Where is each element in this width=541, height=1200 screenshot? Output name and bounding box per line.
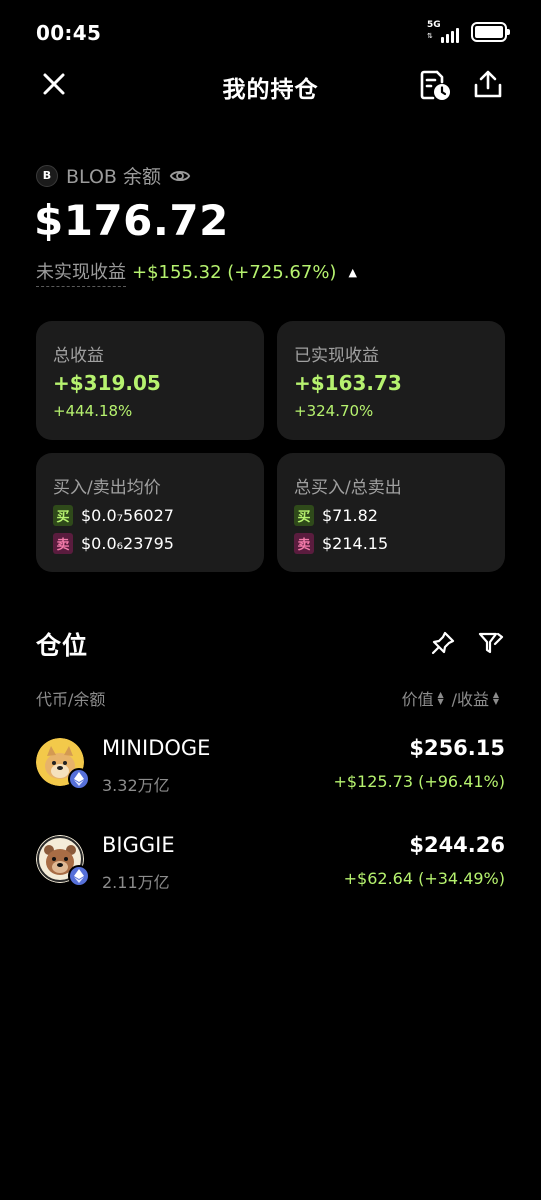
buy-avg-price: $0.0₇56027 [81, 506, 174, 525]
ethereum-icon [68, 865, 90, 887]
history-icon[interactable] [418, 68, 452, 102]
sort-pnl-label[interactable]: /收益 [452, 686, 489, 710]
page-title: 我的持仓 [222, 77, 319, 103]
card-value: +$319.05 [53, 371, 161, 395]
filter-icon[interactable] [478, 630, 504, 656]
sort-value-icon[interactable]: ▲ ▼ [436, 691, 446, 706]
buy-tag: 买 [53, 505, 73, 526]
sort-value-label[interactable]: 价值 [402, 686, 434, 710]
sort-pnl-icon[interactable]: ▲ ▼ [491, 691, 501, 706]
eye-icon[interactable] [169, 165, 191, 187]
token-badge: B [36, 164, 58, 187]
buy-row: 买 $71.82 [294, 505, 378, 526]
status-indicators: 5G ⇅ [427, 20, 510, 44]
data-arrows-icon: ⇅ [427, 32, 433, 40]
card-value: +$163.73 [294, 371, 402, 395]
positions-title: 仓位 [36, 631, 89, 660]
total-pnl-card: 总收益 +$319.05 +444.18% [36, 321, 264, 440]
sell-row: 卖 $214.15 [294, 533, 388, 554]
sell-tag: 卖 [294, 533, 314, 554]
token-name: BIGGIE [102, 833, 175, 857]
position-pnl: +$125.73 (+96.41%) [333, 772, 505, 791]
card-title: 买入/卖出均价 [53, 478, 161, 498]
column-sorters: 价值 ▲ ▼ /收益 ▲ ▼ [402, 686, 505, 710]
unrealized-label[interactable]: 未实现收益 [36, 258, 126, 287]
token-name: MINIDOGE [102, 736, 211, 760]
unrealized-row: 未实现收益 +$155.32 (+725.67%) ▲ [36, 258, 357, 287]
card-title: 总买入/总卖出 [294, 478, 402, 498]
position-pnl: +$62.64 (+34.49%) [343, 869, 505, 888]
balance-label-row: B BLOB 余额 [36, 162, 191, 189]
token-amount: 2.11万亿 [102, 873, 170, 892]
realized-pnl-card: 已实现收益 +$163.73 +324.70% [277, 321, 505, 440]
position-value: $256.15 [409, 736, 505, 760]
pin-icon[interactable] [430, 630, 456, 656]
token-amount: 3.32万亿 [102, 776, 170, 795]
card-percent: +324.70% [294, 402, 374, 420]
sell-avg-price: $0.0₆23795 [81, 534, 174, 553]
signal-bars-icon [441, 28, 459, 43]
position-row[interactable]: BIGGIE 2.11万亿 $244.26 +$62.64 (+34.49%) [0, 825, 541, 905]
status-bar: 00:45 5G ⇅ [0, 0, 541, 66]
position-value: $244.26 [409, 833, 505, 857]
share-icon[interactable] [472, 68, 504, 100]
position-row[interactable]: MINIDOGE 3.32万亿 $256.15 +$125.73 (+96.41… [0, 728, 541, 808]
top-nav: 我的持仓 [0, 60, 541, 110]
token-avatar [36, 738, 90, 790]
balance-label: BLOB 余额 [66, 166, 161, 188]
battery-icon [471, 22, 510, 42]
total-sell: $214.15 [322, 534, 389, 553]
column-token-balance: 代币/余额 [36, 690, 106, 709]
signal-icon: 5G ⇅ [427, 20, 459, 44]
unrealized-value: +$155.32 (+725.67%) [132, 262, 337, 283]
balance-value: $176.72 [34, 196, 229, 245]
card-title: 已实现收益 [294, 346, 379, 366]
sell-tag: 卖 [53, 533, 73, 554]
status-time: 00:45 [36, 21, 102, 45]
up-triangle-icon: ▲ [348, 266, 357, 279]
total-buy-sell-card: 总买入/总卖出 买 $71.82 卖 $214.15 [277, 453, 505, 572]
buy-tag: 买 [294, 505, 314, 526]
card-percent: +444.18% [53, 402, 133, 420]
total-buy: $71.82 [322, 506, 378, 525]
ethereum-icon [68, 768, 90, 790]
buy-row: 买 $0.0₇56027 [53, 505, 174, 526]
token-avatar [36, 835, 90, 887]
network-type: 5G [427, 20, 441, 30]
card-title: 总收益 [53, 346, 104, 366]
sell-row: 卖 $0.0₆23795 [53, 533, 174, 554]
avg-price-card: 买入/卖出均价 买 $0.0₇56027 卖 $0.0₆23795 [36, 453, 264, 572]
